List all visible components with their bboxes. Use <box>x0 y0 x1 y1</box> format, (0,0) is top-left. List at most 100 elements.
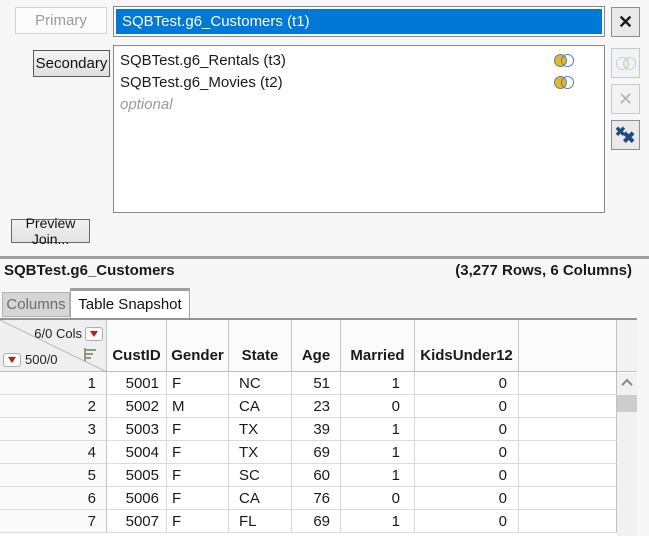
cell-gender: M <box>167 395 229 418</box>
cell-kidsunder12: 0 <box>415 441 519 464</box>
column-header-married: Married <box>341 320 415 372</box>
row-number: 3 <box>0 418 107 441</box>
cell-gender: F <box>167 418 229 441</box>
row-number: 1 <box>0 372 107 395</box>
selected-primary-table[interactable]: SQBTest.g6_Customers (t1) <box>116 9 602 34</box>
column-header-gender: Gender <box>167 320 229 372</box>
venn-join-icon <box>616 57 636 70</box>
cell-state: FL <box>229 510 292 533</box>
rows-count: 500/0 <box>25 352 58 367</box>
cell-custid: 5001 <box>107 372 167 395</box>
cell-state: TX <box>229 441 292 464</box>
table-title: SQBTest.g6_Customers <box>4 262 175 279</box>
cell-married: 1 <box>341 510 415 533</box>
cell-filler <box>519 372 617 395</box>
cell-age: 60 <box>292 464 341 487</box>
snapshot-table: 6/0 Cols 500/0 CustID Gender State Age M… <box>0 318 637 536</box>
cell-state: TX <box>229 418 292 441</box>
cell-custid: 5004 <box>107 441 167 464</box>
remove-primary-table-button[interactable]: ✕ <box>611 7 640 37</box>
primary-table-listbox[interactable]: SQBTest.g6_Customers (t1) <box>113 6 605 37</box>
columns-count: 6/0 Cols <box>34 326 82 341</box>
left-outer-join-venn-icon[interactable] <box>554 54 574 67</box>
secondary-table-item[interactable]: SQBTest.g6_Rentals (t3) <box>114 49 604 71</box>
cell-filler <box>519 441 617 464</box>
cell-filler <box>519 418 617 441</box>
secondary-table-item[interactable]: SQBTest.g6_Movies (t2) <box>114 71 604 93</box>
table-summary: (3,277 Rows, 6 Columns) <box>455 262 632 279</box>
cell-state: SC <box>229 464 292 487</box>
cell-married: 0 <box>341 395 415 418</box>
table-row: 4 5004 F TX 69 1 0 <box>0 441 637 464</box>
cell-filler <box>519 464 617 487</box>
table-row: 2 5002 M CA 23 0 0 <box>0 395 637 418</box>
cell-married: 1 <box>341 372 415 395</box>
scrollbar-corner <box>617 320 637 372</box>
cell-gender: F <box>167 510 229 533</box>
cell-age: 76 <box>292 487 341 510</box>
column-header-filler <box>519 320 617 372</box>
cell-custid: 5006 <box>107 487 167 510</box>
columns-menu-button[interactable] <box>85 327 103 341</box>
row-number: 5 <box>0 464 107 487</box>
cell-gender: F <box>167 487 229 510</box>
left-outer-join-venn-icon[interactable] <box>554 76 574 89</box>
secondary-tables-listbox[interactable]: SQBTest.g6_Rentals (t3) SQBTest.g6_Movie… <box>113 45 605 213</box>
table-row: 7 5007 F FL 69 1 0 <box>0 510 637 533</box>
cell-filler <box>519 510 617 533</box>
red-triangle-icon <box>8 357 16 363</box>
red-triangle-icon <box>90 331 98 337</box>
cell-age: 69 <box>292 510 341 533</box>
table-header-row: 6/0 Cols 500/0 CustID Gender State Age M… <box>0 320 637 372</box>
table-row: 3 5003 F TX 39 1 0 <box>0 418 637 441</box>
cell-gender: F <box>167 441 229 464</box>
tab-columns[interactable]: Columns <box>2 292 70 317</box>
cell-filler <box>519 395 617 418</box>
clear-all-joins-button[interactable]: ✖✖ <box>611 120 640 150</box>
cell-gender: F <box>167 372 229 395</box>
cell-age: 23 <box>292 395 341 418</box>
cell-married: 1 <box>341 464 415 487</box>
close-icon: ✕ <box>618 90 633 108</box>
secondary-label-button[interactable]: Secondary <box>33 50 110 77</box>
scrollbar-thumb[interactable] <box>617 395 637 412</box>
cell-age: 69 <box>292 441 341 464</box>
chevron-up-icon <box>621 378 632 389</box>
table-row: 1 5001 F NC 51 1 0 <box>0 372 637 395</box>
cell-married: 0 <box>341 487 415 510</box>
edit-join-button <box>611 48 640 78</box>
cell-kidsunder12: 0 <box>415 418 519 441</box>
cell-custid: 5005 <box>107 464 167 487</box>
column-header-state: State <box>229 320 292 372</box>
close-icon: ✕ <box>618 13 633 31</box>
preview-join-button[interactable]: Preview Join... <box>11 219 90 243</box>
row-number: 4 <box>0 441 107 464</box>
table-body: 1 5001 F NC 51 1 0 2 5002 M CA 23 0 0 3 … <box>0 372 637 533</box>
column-header-kidsunder12: KidsUnder12 <box>415 320 519 372</box>
cell-age: 51 <box>292 372 341 395</box>
cell-state: NC <box>229 372 292 395</box>
table-row: 5 5005 F SC 60 1 0 <box>0 464 637 487</box>
remove-join-button: ✕ <box>611 84 640 114</box>
cell-age: 39 <box>292 418 341 441</box>
cell-kidsunder12: 0 <box>415 372 519 395</box>
row-number: 6 <box>0 487 107 510</box>
vertical-scrollbar[interactable] <box>617 373 637 536</box>
column-header-custid: CustID <box>107 320 167 372</box>
cell-kidsunder12: 0 <box>415 510 519 533</box>
cell-custid: 5007 <box>107 510 167 533</box>
cell-married: 1 <box>341 418 415 441</box>
cell-kidsunder12: 0 <box>415 487 519 510</box>
column-header-age: Age <box>292 320 341 372</box>
table-row: 6 5006 F CA 76 0 0 <box>0 487 637 510</box>
secondary-table-name: SQBTest.g6_Movies (t2) <box>120 74 283 91</box>
cell-married: 1 <box>341 441 415 464</box>
cell-custid: 5003 <box>107 418 167 441</box>
rows-menu-button[interactable] <box>3 353 21 367</box>
table-corner: 6/0 Cols 500/0 <box>0 320 107 372</box>
tab-table-snapshot[interactable]: Table Snapshot <box>70 288 190 318</box>
optional-placeholder: optional <box>114 93 604 115</box>
scroll-up-button[interactable] <box>617 373 637 392</box>
cell-custid: 5002 <box>107 395 167 418</box>
cell-filler <box>519 487 617 510</box>
